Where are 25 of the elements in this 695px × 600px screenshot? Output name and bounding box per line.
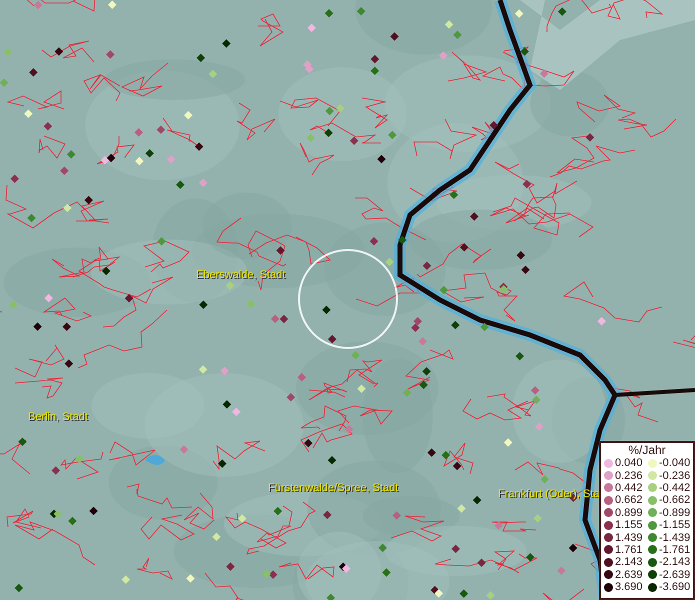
legend-value: -0.040 [659,457,690,470]
legend-value: 1.155 [615,519,643,532]
legend-value: -1.439 [659,532,690,544]
legend-value: -2.639 [659,568,690,581]
place-label: Berlin, Stadt [28,411,88,423]
legend-value: 2.143 [615,556,643,568]
legend-title: %/Jahr [627,444,667,457]
legend-value: 0.662 [615,494,643,506]
legend-value: 3.690 [615,581,643,594]
legend-value: -1.761 [659,544,690,556]
legend-value: 0.236 [615,470,643,482]
legend-value: -3.690 [659,581,690,594]
legend-value: -0.662 [659,494,690,506]
legend-value: -0.236 [659,470,690,482]
legend-value: -0.899 [659,506,690,519]
legend-value: 1.761 [615,544,643,556]
legend-value: 1.439 [615,532,643,544]
legend-value: -2.143 [659,556,690,568]
legend-value: 0.040 [615,457,643,470]
legend-value: 0.442 [615,482,643,494]
place-label: Fürstenwalde/Spree, Stadt [268,482,398,494]
legend-value: 2.639 [615,568,643,581]
legend-value: 0.899 [615,506,643,519]
legend-value: -1.155 [659,519,690,532]
legend-value: -0.442 [659,482,690,494]
